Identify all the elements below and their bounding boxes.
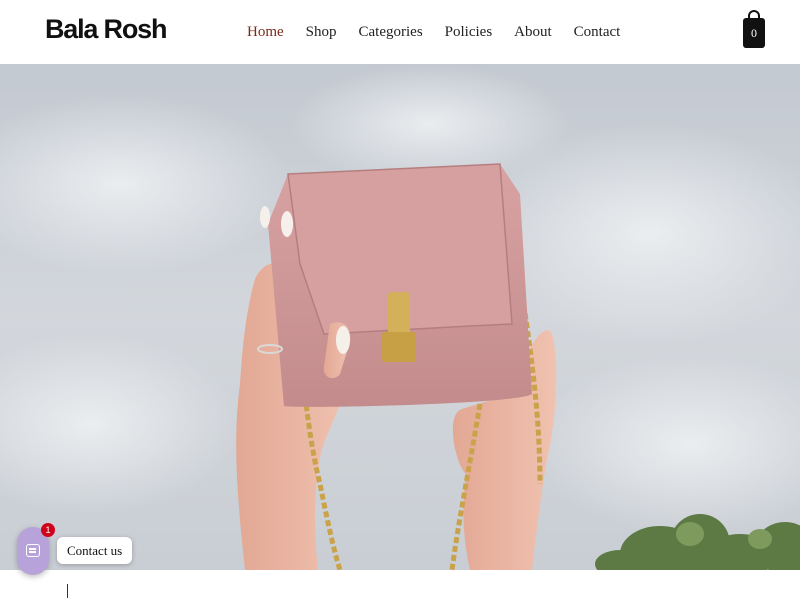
contact-us-label[interactable]: Contact us [57, 537, 133, 564]
site-header: Bala Rosh Home Shop Categories Policies … [0, 0, 800, 64]
brand-logo[interactable]: Bala Rosh [45, 14, 167, 45]
nav-contact[interactable]: Contact [563, 20, 632, 44]
cart-count: 0 [743, 18, 765, 48]
nav-categories[interactable]: Categories [348, 20, 434, 44]
nav-home[interactable]: Home [236, 20, 295, 44]
nav-about[interactable]: About [503, 20, 563, 44]
main-nav: Home Shop Categories Policies About Cont… [236, 20, 631, 44]
nav-shop[interactable]: Shop [295, 20, 348, 44]
nav-policies[interactable]: Policies [434, 20, 504, 44]
divider [67, 584, 68, 598]
content-below-hero [0, 570, 800, 600]
hero-image [0, 64, 800, 570]
chat-badge: 1 [41, 523, 55, 537]
chat-icon [26, 544, 40, 557]
hero-banner [0, 64, 800, 570]
cart-button[interactable]: 0 [743, 10, 765, 48]
